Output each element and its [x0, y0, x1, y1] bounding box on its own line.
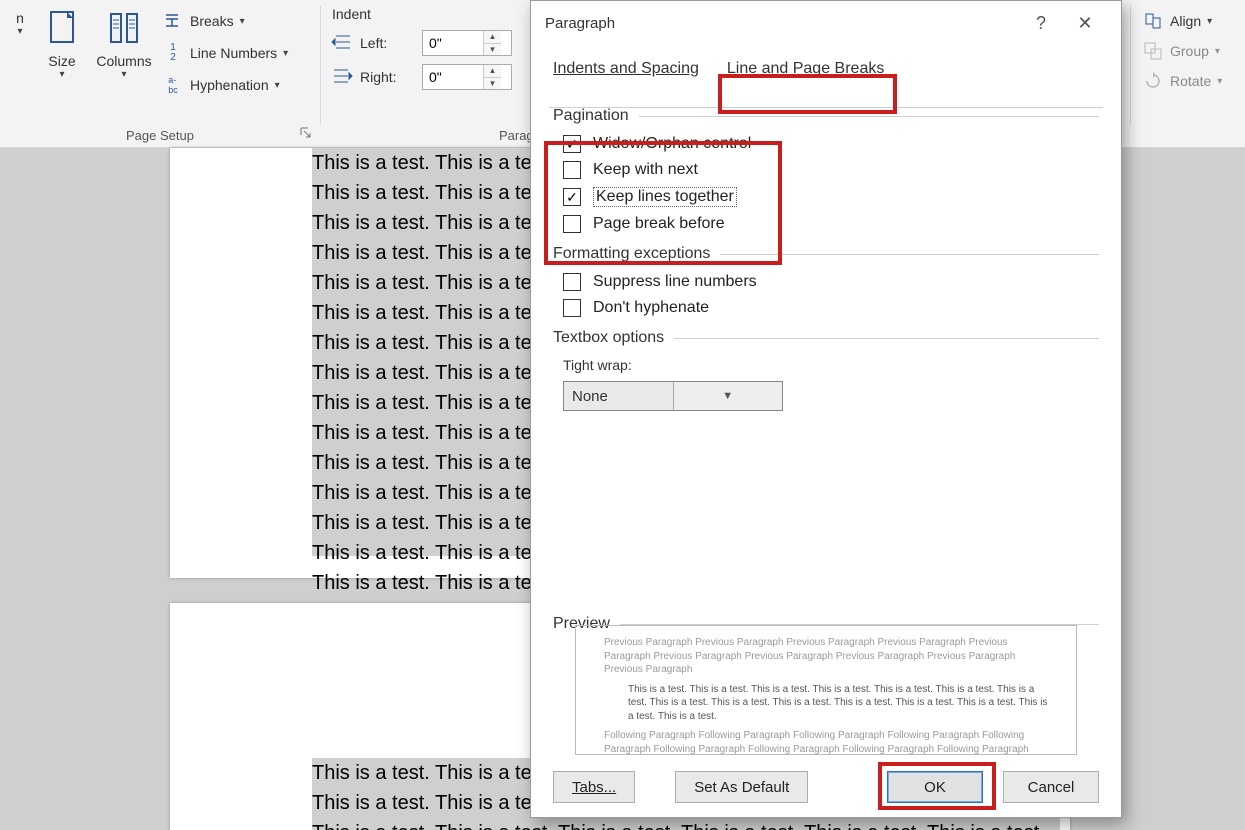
columns-icon: [107, 10, 141, 50]
cancel-button[interactable]: Cancel: [1003, 771, 1099, 803]
group-page-setup: n ▾ Size ▾: [0, 0, 320, 147]
close-button[interactable]: ✕: [1063, 13, 1107, 34]
group-separator: [320, 6, 321, 125]
line-numbers-icon: 12: [162, 43, 184, 63]
textbox-options-heading: Textbox options: [553, 329, 664, 347]
checkbox-page-break-before[interactable]: Page break before: [553, 211, 1099, 237]
page-setup-dialog-launcher[interactable]: [300, 127, 314, 141]
checkbox-icon: [563, 299, 581, 317]
label-page-break-before: Page break before: [593, 215, 725, 233]
indent-right-input[interactable]: ▲▼: [422, 64, 512, 90]
tab-underline: [549, 107, 1103, 108]
tight-wrap-label: Tight wrap:: [563, 357, 632, 373]
checkbox-keep-lines-together[interactable]: Keep lines together: [553, 183, 1099, 211]
spinner-down-icon[interactable]: ▼: [484, 78, 501, 90]
spinner-down-icon[interactable]: ▼: [484, 44, 501, 56]
orientation-button[interactable]: n ▾: [10, 6, 30, 102]
group-button[interactable]: Group ▾: [1142, 36, 1232, 66]
group-label: Group: [1170, 43, 1209, 59]
indent-left-icon: [332, 34, 352, 53]
preview-previous-text: Previous Paragraph Previous Paragraph Pr…: [604, 636, 1048, 677]
size-label: Size: [48, 54, 75, 69]
label-keep-lines-together: Keep lines together: [593, 187, 737, 207]
spinner-up-icon[interactable]: ▲: [484, 65, 501, 78]
group-paragraph: Indent Left: ▲▼ Right: ▲▼: [322, 0, 542, 147]
dialog-button-row: Tabs... Set As Default OK Cancel: [553, 771, 1099, 803]
preview-sample-text: This is a test. This is a test. This is …: [604, 683, 1048, 724]
align-icon: [1142, 12, 1164, 30]
tight-wrap-value: None: [564, 388, 673, 405]
breaks-icon: [162, 12, 184, 30]
chevron-down-icon: ▾: [17, 26, 22, 37]
checkbox-icon: [563, 273, 581, 291]
checkbox-dont-hyphenate[interactable]: Don't hyphenate: [553, 295, 1099, 321]
indent-left-input[interactable]: ▲▼: [422, 30, 512, 56]
formatting-exceptions-heading: Formatting exceptions: [553, 245, 710, 263]
group-arrange: Align ▾ Group ▾ Rotate ▾: [1132, 0, 1242, 147]
line-numbers-button[interactable]: 12 Line Numbers ▾: [162, 38, 288, 68]
tab-line-page-breaks[interactable]: Line and Page Breaks: [727, 60, 884, 84]
label-widow-orphan: Widow/Orphan control: [593, 135, 751, 153]
dialog-tabs: Indents and Spacing Line and Page Breaks: [531, 45, 1121, 85]
align-label: Align: [1170, 13, 1201, 29]
chevron-down-icon: ▾: [1215, 46, 1220, 57]
line-numbers-label: Line Numbers: [190, 45, 277, 61]
tab-indents-spacing[interactable]: Indents and Spacing: [553, 60, 699, 84]
checkbox-widow-orphan[interactable]: Widow/Orphan control: [553, 131, 1099, 157]
preview-following-text: Following Paragraph Following Paragraph …: [604, 729, 1048, 755]
columns-button[interactable]: Columns ▾: [94, 6, 154, 102]
chevron-down-icon: ▾: [59, 69, 64, 80]
pagination-heading: Pagination: [553, 107, 629, 125]
checkbox-icon: [563, 215, 581, 233]
tight-wrap-dropdown[interactable]: None ▼: [563, 381, 783, 411]
hyphenation-button[interactable]: a-bc Hyphenation ▾: [162, 70, 288, 100]
dialog-titlebar: Paragraph ? ✕: [531, 1, 1121, 45]
indent-right-label: Right:: [360, 69, 414, 85]
label-keep-with-next: Keep with next: [593, 161, 698, 179]
preview-box: Previous Paragraph Previous Paragraph Pr…: [575, 625, 1077, 755]
ok-button[interactable]: OK: [887, 771, 983, 803]
orientation-label: n: [16, 10, 24, 26]
rotate-label: Rotate: [1170, 73, 1211, 89]
indent-left-label: Left:: [360, 35, 414, 51]
checkbox-icon: [563, 161, 581, 179]
indent-right-icon: [332, 68, 352, 87]
dialog-title: Paragraph: [545, 15, 615, 32]
chevron-down-icon: ▾: [240, 16, 245, 27]
checkbox-icon: [563, 135, 581, 153]
set-as-default-button[interactable]: Set As Default: [675, 771, 808, 803]
checkbox-keep-with-next[interactable]: Keep with next: [553, 157, 1099, 183]
paragraph-dialog: Paragraph ? ✕ Indents and Spacing Line a…: [530, 0, 1122, 818]
label-dont-hyphenate: Don't hyphenate: [593, 299, 709, 317]
size-icon: [45, 10, 79, 50]
group-separator: [1130, 6, 1131, 125]
indent-left-value[interactable]: [423, 31, 483, 55]
chevron-down-icon: ▾: [1217, 76, 1222, 87]
chevron-down-icon: ▾: [283, 48, 288, 59]
chevron-down-icon: ▾: [121, 69, 126, 80]
rotate-icon: [1142, 72, 1164, 90]
size-button[interactable]: Size ▾: [32, 6, 92, 102]
tabs-button[interactable]: Tabs...: [553, 771, 635, 803]
indent-heading: Indent: [332, 6, 532, 22]
label-suppress-line-numbers: Suppress line numbers: [593, 273, 757, 291]
page-setup-group-label: Page Setup: [0, 128, 320, 143]
spinner-up-icon[interactable]: ▲: [484, 31, 501, 44]
chevron-down-icon: ▼: [673, 382, 783, 410]
align-button[interactable]: Align ▾: [1142, 6, 1232, 36]
columns-label: Columns: [96, 54, 151, 69]
checkbox-icon: [563, 188, 581, 206]
rotate-button[interactable]: Rotate ▾: [1142, 66, 1232, 96]
hyphenation-icon: a-bc: [162, 75, 184, 95]
breaks-label: Breaks: [190, 13, 234, 29]
hyphenation-label: Hyphenation: [190, 77, 269, 93]
chevron-down-icon: ▾: [1207, 16, 1212, 27]
chevron-down-icon: ▾: [275, 80, 280, 91]
breaks-button[interactable]: Breaks ▾: [162, 6, 288, 36]
paragraph-group-label: Paragr: [322, 128, 542, 143]
checkbox-suppress-line-numbers[interactable]: Suppress line numbers: [553, 269, 1099, 295]
group-icon: [1142, 42, 1164, 60]
indent-right-value[interactable]: [423, 65, 483, 89]
help-button[interactable]: ?: [1019, 13, 1063, 34]
